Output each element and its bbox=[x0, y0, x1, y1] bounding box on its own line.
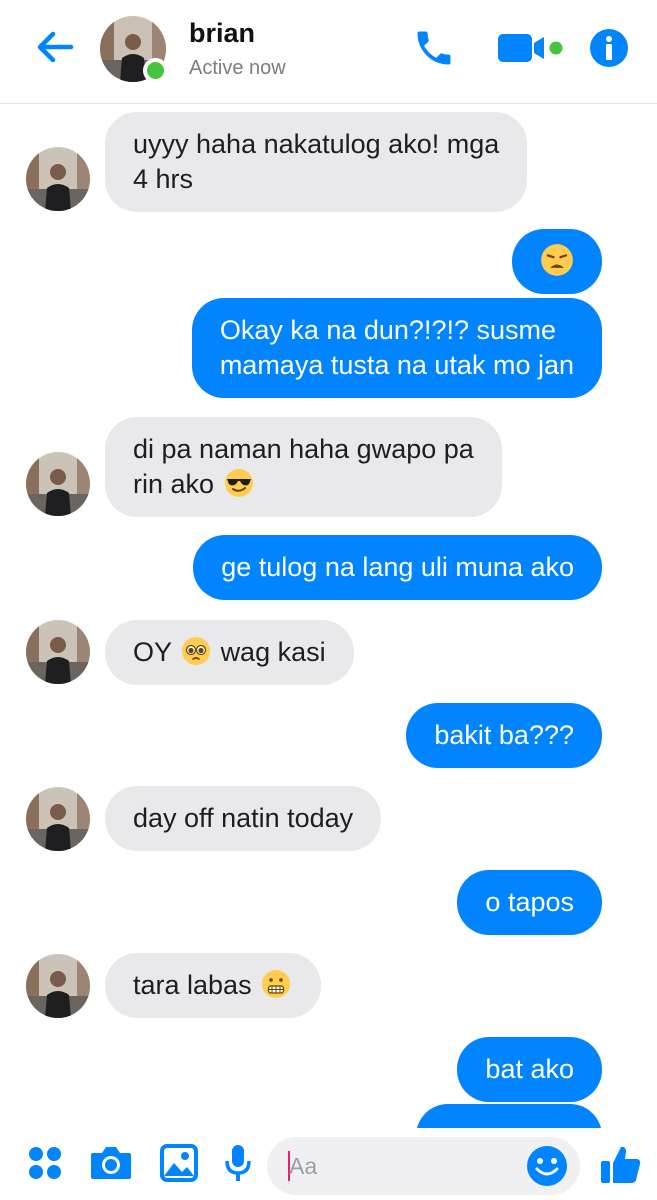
phone-icon bbox=[417, 31, 451, 65]
sender-avatar[interactable] bbox=[26, 452, 90, 516]
video-call-button[interactable] bbox=[496, 24, 568, 72]
incoming-message[interactable]: di pa naman haha gwapo pa rin ako bbox=[105, 417, 502, 517]
more-actions-button[interactable] bbox=[22, 1140, 68, 1186]
sender-avatar[interactable] bbox=[26, 787, 90, 851]
smiley-icon bbox=[527, 1146, 567, 1186]
info-icon bbox=[590, 29, 628, 67]
contact-name[interactable]: brian bbox=[189, 18, 255, 49]
conversation-header: brian Active now bbox=[0, 0, 657, 104]
outgoing-message[interactable]: bat ako bbox=[457, 1037, 602, 1102]
back-arrow-icon bbox=[37, 31, 74, 63]
incoming-message[interactable]: uyyy haha nakatulog ako! mga 4 hrs bbox=[105, 112, 528, 212]
message-text: o tapos bbox=[485, 887, 574, 917]
message-text: OY bbox=[133, 637, 172, 667]
incoming-message[interactable]: tara labas bbox=[105, 953, 322, 1018]
outgoing-message[interactable] bbox=[512, 229, 602, 294]
voice-message-button[interactable] bbox=[218, 1140, 258, 1186]
voice-call-button[interactable] bbox=[408, 24, 460, 72]
outgoing-message[interactable]: bakit ba??? bbox=[406, 703, 602, 768]
message-input-box[interactable] bbox=[267, 1137, 580, 1195]
thumbs-up-icon bbox=[601, 1146, 641, 1183]
message-text: bat ako bbox=[485, 1054, 574, 1084]
sender-avatar[interactable] bbox=[26, 620, 90, 684]
camera-button[interactable] bbox=[88, 1140, 134, 1186]
four-dots-icon bbox=[29, 1147, 61, 1179]
video-camera-icon bbox=[498, 34, 563, 62]
message-text: mamaya tusta na utak mo jan bbox=[219, 350, 574, 380]
sender-avatar[interactable] bbox=[26, 147, 90, 211]
message-text: bakit ba??? bbox=[434, 720, 574, 750]
avatar-photo bbox=[26, 452, 90, 516]
sunglasses-face-icon bbox=[224, 469, 253, 497]
online-status-dot bbox=[143, 58, 168, 83]
pleading-face-icon bbox=[182, 637, 211, 665]
message-text: tara labas bbox=[133, 970, 252, 1000]
message-input[interactable] bbox=[289, 1143, 519, 1189]
message-text: rin ako bbox=[133, 469, 215, 499]
incoming-message[interactable]: OY wag kasi bbox=[105, 620, 354, 685]
sender-avatar[interactable] bbox=[26, 954, 90, 1018]
avatar-photo bbox=[26, 787, 90, 851]
avatar-photo bbox=[26, 147, 90, 211]
image-icon bbox=[160, 1144, 198, 1182]
message-text: day off natin today bbox=[133, 803, 354, 833]
avatar-photo bbox=[26, 620, 90, 684]
send-like-button[interactable] bbox=[597, 1142, 645, 1188]
message-composer bbox=[0, 1128, 657, 1200]
outgoing-message[interactable]: Okay ka na dun?!?!? susme mamaya tusta n… bbox=[191, 298, 602, 398]
active-status: Active now bbox=[189, 57, 286, 79]
emoji-picker-button[interactable] bbox=[524, 1143, 570, 1189]
message-text: 4 hrs bbox=[133, 164, 194, 194]
message-text: ge tulog na lang uli muna ako bbox=[221, 552, 574, 582]
gallery-button[interactable] bbox=[156, 1140, 202, 1186]
message-text: Okay ka na dun?!?!? susme bbox=[219, 315, 557, 345]
conversation-info-button[interactable] bbox=[586, 24, 632, 72]
weary-face-icon bbox=[541, 244, 573, 276]
incoming-message[interactable]: day off natin today bbox=[105, 786, 382, 851]
message-text: wag kasi bbox=[220, 637, 326, 667]
message-text: uyyy haha nakatulog ako! mga bbox=[133, 129, 500, 159]
avatar-photo bbox=[26, 954, 90, 1018]
outgoing-message[interactable]: ge tulog na lang uli muna ako bbox=[193, 535, 602, 600]
back-button[interactable] bbox=[30, 24, 80, 70]
grimacing-face-icon bbox=[262, 970, 291, 998]
microphone-icon bbox=[225, 1145, 251, 1181]
message-text: di pa naman haha gwapo pa bbox=[133, 434, 474, 464]
outgoing-message[interactable]: o tapos bbox=[457, 870, 602, 935]
camera-icon bbox=[91, 1147, 131, 1179]
